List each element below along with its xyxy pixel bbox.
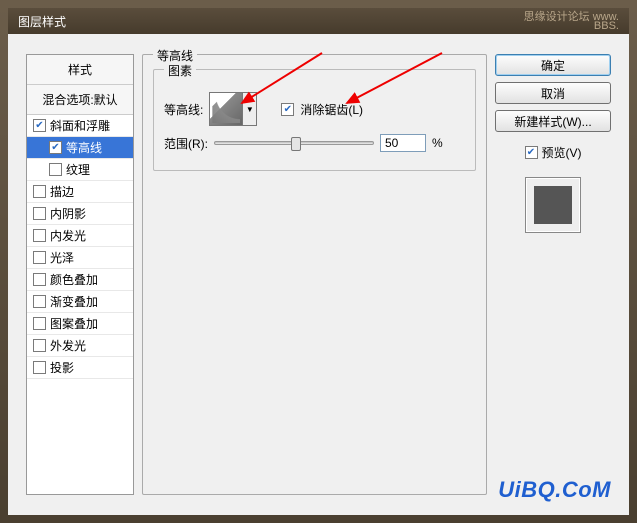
style-item-2[interactable]: 纹理 xyxy=(27,159,133,181)
contour-picker[interactable] xyxy=(209,92,243,126)
anti-alias-checkbox[interactable] xyxy=(281,103,294,116)
style-checkbox[interactable] xyxy=(33,295,46,308)
preview-label[interactable]: 预览(V) xyxy=(542,144,582,161)
style-label: 内发光 xyxy=(50,227,86,244)
style-item-6[interactable]: 光泽 xyxy=(27,247,133,269)
style-checkbox[interactable] xyxy=(49,163,62,176)
style-checkbox[interactable] xyxy=(33,273,46,286)
range-unit: % xyxy=(432,136,443,150)
style-label: 等高线 xyxy=(66,139,102,156)
range-input[interactable] xyxy=(380,134,426,152)
window-title: 图层样式 xyxy=(18,13,66,29)
style-item-0[interactable]: 斜面和浮雕 xyxy=(27,115,133,137)
watermark: UiBQ.CoM xyxy=(498,477,611,503)
style-checkbox[interactable] xyxy=(49,141,62,154)
style-label: 内阴影 xyxy=(50,205,86,222)
contour-label: 等高线: xyxy=(164,101,203,118)
style-checkbox[interactable] xyxy=(33,185,46,198)
style-checkbox[interactable] xyxy=(33,119,46,132)
ok-button[interactable]: 确定 xyxy=(495,54,611,76)
style-item-10[interactable]: 外发光 xyxy=(27,335,133,357)
subgroup-title: 图素 xyxy=(164,62,196,79)
style-label: 投影 xyxy=(50,359,74,376)
range-slider[interactable] xyxy=(214,141,374,145)
style-checkbox[interactable] xyxy=(33,317,46,330)
style-checkbox[interactable] xyxy=(33,339,46,352)
contour-dropdown-arrow[interactable]: ▼ xyxy=(243,92,257,126)
range-slider-thumb[interactable] xyxy=(291,137,301,151)
anti-alias-label[interactable]: 消除锯齿(L) xyxy=(300,101,363,118)
style-item-9[interactable]: 图案叠加 xyxy=(27,313,133,335)
cancel-button[interactable]: 取消 xyxy=(495,82,611,104)
style-label: 光泽 xyxy=(50,249,74,266)
styles-list: 样式 混合选项:默认 斜面和浮雕等高线纹理描边内阴影内发光光泽颜色叠加渐变叠加图… xyxy=(26,54,134,495)
new-style-button[interactable]: 新建样式(W)... xyxy=(495,110,611,132)
contour-group: 等高线 图素 等高线: ▼ 消除锯齿(L) 范围(R): xyxy=(142,54,487,495)
style-item-4[interactable]: 内阴影 xyxy=(27,203,133,225)
style-checkbox[interactable] xyxy=(33,207,46,220)
style-label: 描边 xyxy=(50,183,74,200)
style-checkbox[interactable] xyxy=(33,251,46,264)
style-checkbox[interactable] xyxy=(33,361,46,374)
preview-swatch xyxy=(525,177,581,233)
style-item-3[interactable]: 描边 xyxy=(27,181,133,203)
preview-swatch-inner xyxy=(534,186,572,224)
header-watermark-2: BBS. xyxy=(594,20,619,32)
style-item-7[interactable]: 颜色叠加 xyxy=(27,269,133,291)
style-label: 斜面和浮雕 xyxy=(50,117,110,134)
style-checkbox[interactable] xyxy=(33,229,46,242)
title-bar: 图层样式 思缘设计论坛 www. BBS. xyxy=(8,8,629,34)
preview-checkbox[interactable] xyxy=(525,146,538,159)
style-label: 渐变叠加 xyxy=(50,293,98,310)
style-item-5[interactable]: 内发光 xyxy=(27,225,133,247)
style-item-1[interactable]: 等高线 xyxy=(27,137,133,159)
style-label: 颜色叠加 xyxy=(50,271,98,288)
style-label: 纹理 xyxy=(66,161,90,178)
styles-header: 样式 xyxy=(27,55,133,85)
style-item-8[interactable]: 渐变叠加 xyxy=(27,291,133,313)
style-item-11[interactable]: 投影 xyxy=(27,357,133,379)
style-label: 外发光 xyxy=(50,337,86,354)
style-label: 图案叠加 xyxy=(50,315,98,332)
range-label: 范围(R): xyxy=(164,135,208,152)
elements-subgroup: 图素 等高线: ▼ 消除锯齿(L) 范围(R): xyxy=(153,69,476,171)
blend-options-header[interactable]: 混合选项:默认 xyxy=(27,85,133,115)
